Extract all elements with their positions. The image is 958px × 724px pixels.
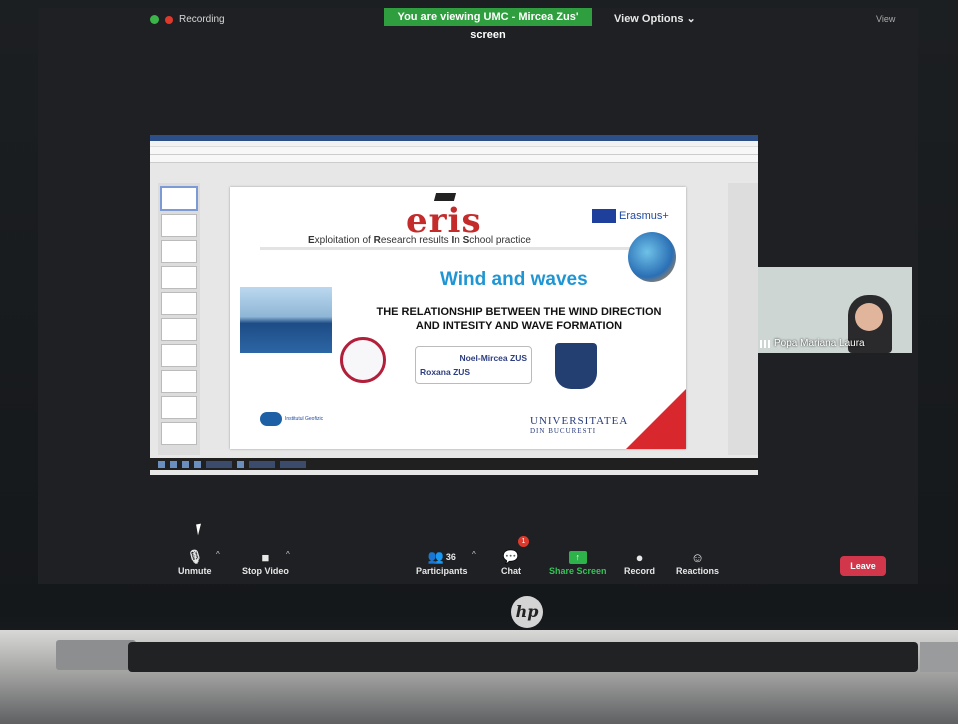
recording-indicator: Recording (150, 14, 225, 25)
slide-title: Wind and waves (440, 269, 588, 290)
taskbar-app-icon (182, 460, 189, 468)
view-toggle-label: View (876, 14, 896, 24)
participants-label: Participants (416, 566, 468, 576)
muted-mic-icon: 🎙 (186, 549, 203, 564)
laptop-hinge-left (56, 640, 136, 670)
reactions-label: Reactions (676, 566, 720, 576)
university-sub-label: DIN BUCURESTI (530, 427, 597, 435)
view-options-label: View Options (614, 13, 684, 25)
leave-button[interactable]: Leave (840, 556, 886, 576)
laptop-hinge (128, 642, 918, 672)
stop-video-label: Stop Video (242, 566, 289, 576)
view-options-menu[interactable]: View Options ⌄ (614, 12, 696, 25)
participants-button[interactable]: 👥 36 Participants (416, 548, 468, 576)
record-button[interactable]: ● Record (624, 548, 656, 577)
sea-photo (240, 287, 332, 353)
zoom-top-bar: Recording You are viewing UMC - Mircea Z… (38, 8, 918, 41)
participant-video-tile[interactable]: Popa Mariana Laura (758, 267, 912, 353)
slide-thumbnail (160, 186, 198, 211)
slide-canvas: eris Exploitation of Research results In… (230, 187, 686, 449)
windows-taskbar (150, 458, 758, 470)
signal-bars-icon (760, 339, 770, 348)
slide-thumbnail (161, 292, 197, 315)
globe-logo-icon (628, 232, 676, 282)
video-camera-icon: ■ (261, 549, 270, 565)
zoom-meeting-toolbar: 🎙 Unmute ^ ■ Stop Video ^ 👥 36 Participan… (38, 536, 918, 584)
share-screen-label: Share Screen (549, 566, 607, 576)
impress-toolbar (150, 147, 758, 155)
institute-label: Institutul Geofizic (285, 416, 324, 422)
participants-icon: 👥 36 (427, 549, 456, 564)
record-icon: ● (635, 549, 644, 565)
slide-thumbnail (161, 396, 197, 419)
participant-name: Popa Mariana Laura (774, 338, 865, 349)
author-1: Noel-Mircea ZUS (459, 353, 527, 363)
erasmus-label: Erasmus+ (619, 210, 669, 222)
zoom-window: Recording You are viewing UMC - Mircea Z… (38, 8, 918, 584)
view-toggle-button[interactable]: View (876, 14, 895, 24)
school-seal-icon (340, 337, 386, 383)
slide-thumbnail (161, 266, 197, 289)
unmute-label: Unmute (178, 566, 212, 576)
taskbar-app-icon (194, 460, 201, 468)
shared-screen: eris Exploitation of Research results In… (150, 135, 758, 475)
authors-box: Noel-Mircea ZUS Roxana ZUS (415, 346, 532, 384)
taskbar-app-icon (237, 460, 244, 468)
university-logo: UNIVERSITATEA DIN BUCURESTI (530, 415, 628, 435)
institute-emblem-icon (260, 412, 282, 426)
slide-thumbnail (161, 344, 197, 367)
laptop-hinge-right (920, 642, 958, 672)
recording-dot-icon (165, 15, 173, 24)
university-label: UNIVERSITATEA (530, 415, 629, 427)
taskbar-window (249, 460, 275, 468)
chevron-down-icon: ⌄ (686, 13, 696, 25)
reactions-button[interactable]: ☺ Reactions (676, 548, 720, 577)
erasmus-logo: Erasmus+ (592, 209, 669, 223)
recording-label: Recording (179, 14, 225, 25)
slides-pane (158, 183, 200, 455)
taskbar-app-icon (170, 460, 177, 468)
eris-disclaimer-line (260, 247, 640, 250)
red-corner-decoration (626, 389, 686, 449)
heading-line-2: AND INTESITY AND WAVE FORMATION (415, 320, 623, 332)
chat-badge: 1 (518, 536, 529, 547)
slide-thumbnail (161, 214, 197, 237)
slide-thumbnail (161, 240, 197, 263)
participants-count: 36 (445, 552, 456, 562)
slide-thumbnail (161, 422, 197, 445)
eu-flag-icon (592, 209, 616, 223)
slide-heading: THE RELATIONSHIP BETWEEN THE WIND DIRECT… (354, 305, 684, 333)
impress-sidebar (728, 183, 758, 455)
hp-logo: hp (511, 596, 543, 628)
viewing-screen-banner: You are viewing UMC - Mircea Zus' screen (384, 8, 592, 41)
graduation-cap-icon (433, 193, 457, 201)
participants-caret-icon[interactable]: ^ (472, 550, 476, 559)
author-2: Roxana ZUS (420, 367, 471, 377)
chat-button[interactable]: 💬 Chat (501, 548, 521, 576)
taskbar-window (280, 460, 306, 468)
chat-label: Chat (501, 566, 521, 576)
slide-thumbnail (161, 370, 197, 393)
institute-logo: Institutul Geofizic (260, 412, 323, 426)
impress-format-toolbar (150, 155, 758, 163)
share-screen-icon: ↑ (568, 550, 587, 564)
record-label: Record (624, 566, 656, 576)
reactions-icon: ☺ (690, 549, 705, 565)
video-caret-icon[interactable]: ^ (286, 550, 290, 559)
security-shield-icon[interactable] (150, 15, 159, 24)
university-crest-icon (555, 343, 597, 389)
participant-name-tag: Popa Mariana Laura (760, 338, 865, 349)
share-screen-button[interactable]: ↑ Share Screen (549, 548, 607, 576)
chat-icon: 💬 (502, 549, 520, 564)
mouse-cursor-icon (196, 523, 203, 536)
audio-caret-icon[interactable]: ^ (216, 550, 220, 559)
taskbar-window (206, 460, 232, 468)
eris-subtitle: Exploitation of Research results In Scho… (308, 235, 531, 246)
slide-thumbnail (161, 318, 197, 341)
stop-video-button[interactable]: ■ Stop Video (242, 548, 289, 577)
heading-line-1: THE RELATIONSHIP BETWEEN THE WIND DIRECT… (376, 306, 662, 318)
unmute-button[interactable]: 🎙 Unmute (178, 548, 212, 576)
start-icon (158, 460, 165, 468)
participant-face (855, 303, 883, 331)
